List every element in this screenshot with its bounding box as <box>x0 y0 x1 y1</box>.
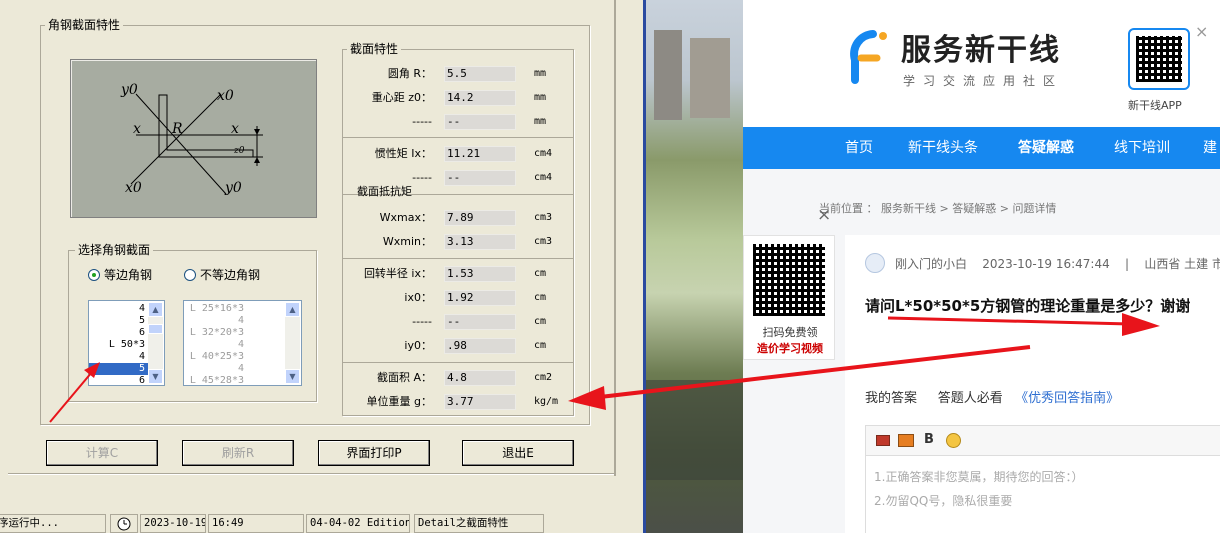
red-arrow-title <box>887 316 1131 326</box>
annotation-arrows <box>49 313 1160 423</box>
arrowhead <box>84 362 100 378</box>
red-arrow-list <box>49 371 93 423</box>
arrowhead <box>568 386 606 410</box>
arrowhead <box>1122 313 1160 336</box>
red-arrow-weight <box>599 345 1031 399</box>
screen: 角钢截面特性 y0 x0 x R x z0 x0 y0 选择角钢截面 等边角钢 … <box>0 0 1220 533</box>
